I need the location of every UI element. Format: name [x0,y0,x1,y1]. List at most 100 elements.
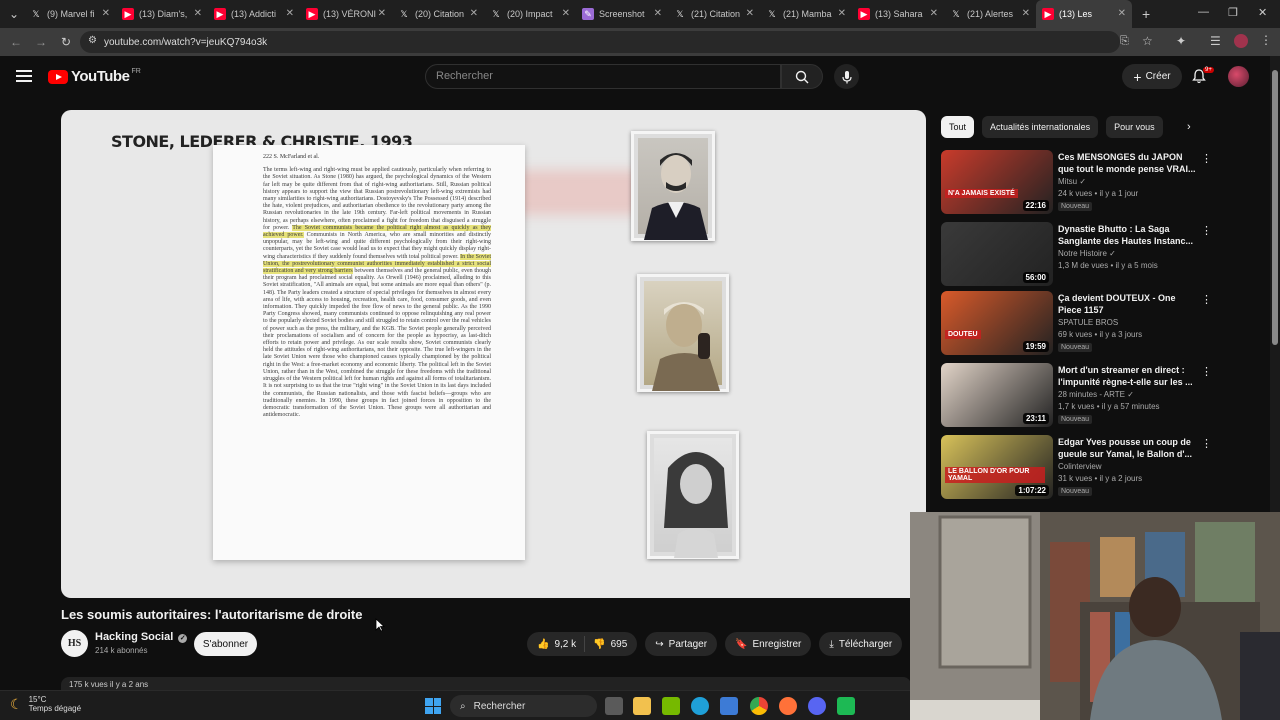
more-options-icon[interactable]: ⋮ [1201,152,1212,165]
save-button[interactable]: 🔖 Enregistrer [725,632,812,656]
browser-tab[interactable]: ✎ Screenshot ✕ [576,0,668,28]
url-text: youtube.com/watch?v=jeuKQ794o3k [104,36,268,48]
task-view-icon[interactable] [605,697,623,715]
profile-avatar[interactable] [1234,34,1248,48]
close-tab-icon[interactable]: ✕ [1022,8,1030,19]
video-title[interactable]: Mort d'un streamer en direct : l'impunit… [1058,364,1198,388]
close-tab-icon[interactable]: ✕ [746,8,754,19]
video-title[interactable]: Edgar Yves pousse un coup de gueule sur … [1058,436,1198,460]
chevron-right-icon[interactable]: › [1187,121,1191,133]
video-thumbnail[interactable]: DOUTEU 19:59 [941,291,1053,355]
search-button[interactable] [781,64,823,89]
close-tab-icon[interactable]: ✕ [286,8,294,19]
chip-tout[interactable]: Tout [941,116,975,138]
close-tab-icon[interactable]: ✕ [194,8,202,19]
browser-tab[interactable]: ▶ (13) Diam's, ✕ [116,0,208,28]
recommended-video[interactable]: N'A JAMAIS EXISTÉ 22:16 Ces MENSONGES du J… [941,150,1212,216]
video-player[interactable]: STONE, LEDERER & CHRISTIE, 1993 222 S. M… [61,110,926,598]
firefox-icon[interactable] [779,697,797,715]
extensions-icon[interactable]: ✦ [1176,34,1186,48]
dislike-button[interactable]: 👎 695 [585,639,637,650]
close-tab-icon[interactable]: ✕ [470,8,478,19]
install-app-icon[interactable]: ⎘ [1120,35,1129,48]
close-window-button[interactable]: ✕ [1258,6,1267,19]
more-options-icon[interactable]: ⋮ [1201,365,1212,378]
share-button[interactable]: ↪ Partager [645,632,718,656]
browser-tab[interactable]: 𝕏 (20) Citation ✕ [392,0,484,28]
voice-search-button[interactable] [834,64,859,89]
weather-widget[interactable]: ☾ 15°C Temps dégagé [10,695,81,713]
chip-international-news[interactable]: Actualités internationales [982,116,1099,138]
like-button[interactable]: 👍 9,2 k [527,636,586,652]
site-info-icon[interactable]: ⚙ [88,35,97,46]
more-options-icon[interactable]: ⋮ [1201,293,1212,306]
close-tab-icon[interactable]: ✕ [930,8,938,19]
channel-name[interactable]: Hacking Social ✓ [95,631,188,643]
recommended-video[interactable]: LE BALLON D'OR POUR YAMAL 1:07:22 Edgar Yv… [941,435,1212,501]
minimize-button[interactable]: — [1198,6,1209,18]
page-scrollbar-thumb[interactable] [1272,70,1278,345]
bookmark-star-icon[interactable]: ☆ [1142,34,1153,48]
search-input[interactable]: Rechercher [425,64,781,89]
windows-start-icon[interactable] [425,698,441,714]
account-avatar[interactable] [1228,66,1249,87]
video-title[interactable]: Ça devient DOUTEUX - One Piece 1157 [1058,292,1198,316]
menu-icon[interactable] [16,70,32,82]
chrome-icon[interactable] [750,697,768,715]
video-thumbnail[interactable]: LE BALLON D'OR POUR YAMAL 1:07:22 [941,435,1053,499]
store-icon[interactable] [720,697,738,715]
video-thumbnail[interactable]: 56:00 [941,222,1053,286]
reload-icon[interactable]: ↻ [55,31,77,53]
green-app-icon[interactable] [837,697,855,715]
close-tab-icon[interactable]: ✕ [378,8,386,19]
channel-name[interactable]: 28 minutes - ARTE ✓ [1058,390,1134,399]
reading-list-icon[interactable]: ☰ [1210,34,1221,48]
browser-tab[interactable]: ▶ (13) Sahara ✕ [852,0,944,28]
video-thumbnail[interactable]: N'A JAMAIS EXISTÉ 22:16 [941,150,1053,214]
video-thumbnail[interactable]: 23:11 [941,363,1053,427]
new-tab-button[interactable]: + [1142,6,1150,22]
browser-tab[interactable]: 𝕏 (20) Impact ✕ [484,0,576,28]
description-box[interactable]: 175 k vues il y a 2 ans [61,677,911,691]
browser-tab[interactable]: 𝕏 (21) Alertes ✕ [944,0,1036,28]
chip-for-you[interactable]: Pour vous [1106,116,1163,138]
recommended-video[interactable]: 56:00 Dynastie Bhutto : La Saga Sanglante… [941,222,1212,288]
address-bar[interactable]: ⚙ youtube.com/watch?v=jeuKQ794o3k [80,31,1120,53]
browser-menu-icon[interactable]: ⋮ [1260,33,1272,47]
browser-tab[interactable]: ▶ (13) Addicti ✕ [208,0,300,28]
close-tab-icon[interactable]: ✕ [838,8,846,19]
browser-tab[interactable]: ▶ (13) VÉRONI ✕ [300,0,392,28]
more-options-icon[interactable]: ⋮ [1201,437,1212,450]
channel-avatar[interactable]: HS [61,630,88,657]
close-tab-icon[interactable]: ✕ [1118,8,1126,19]
browser-tab[interactable]: ▶ (13) Les ✕ [1036,0,1132,28]
subscribe-button[interactable]: S'abonner [194,632,257,656]
discord-icon[interactable] [808,697,826,715]
video-title[interactable]: Ces MENSONGES du JAPON que tout le monde… [1058,151,1198,175]
more-options-icon[interactable]: ⋮ [1201,224,1212,237]
taskbar-search[interactable]: ⌕ Rechercher [450,695,597,717]
create-button[interactable]: + Créer [1122,64,1182,89]
back-arrow-icon[interactable]: ← [5,31,27,53]
youtube-logo[interactable]: YouTube FR [48,68,141,85]
close-tab-icon[interactable]: ✕ [562,8,570,19]
channel-name[interactable]: SPATULE BROS [1058,318,1118,327]
tab-search-button[interactable]: ⌄ [4,3,24,25]
forward-arrow-icon[interactable]: → [30,31,52,53]
video-title[interactable]: Dynastie Bhutto : La Saga Sanglante des … [1058,223,1198,247]
channel-name[interactable]: Colinterview [1058,462,1102,471]
recommended-video[interactable]: DOUTEU 19:59 Ça devient DOUTEUX - One Piec… [941,291,1212,357]
file-explorer-icon[interactable] [633,697,651,715]
edge-browser-icon[interactable] [691,697,709,715]
maximize-button[interactable]: ❐ [1228,6,1238,19]
recommended-video[interactable]: 23:11 Mort d'un streamer en direct : l'im… [941,363,1212,429]
nvidia-icon[interactable] [662,697,680,715]
channel-name[interactable]: Mitsu ✓ [1058,177,1086,186]
close-tab-icon[interactable]: ✕ [102,8,110,19]
channel-name[interactable]: Notre Histoire ✓ [1058,249,1116,258]
download-button[interactable]: ⤓ Télécharger [819,632,903,656]
browser-tab[interactable]: 𝕏 (21) Citation ✕ [668,0,760,28]
browser-tab[interactable]: 𝕏 (9) Marvel fi ✕ [24,0,116,28]
browser-tab[interactable]: 𝕏 (21) Mamba ✕ [760,0,852,28]
close-tab-icon[interactable]: ✕ [654,8,662,19]
